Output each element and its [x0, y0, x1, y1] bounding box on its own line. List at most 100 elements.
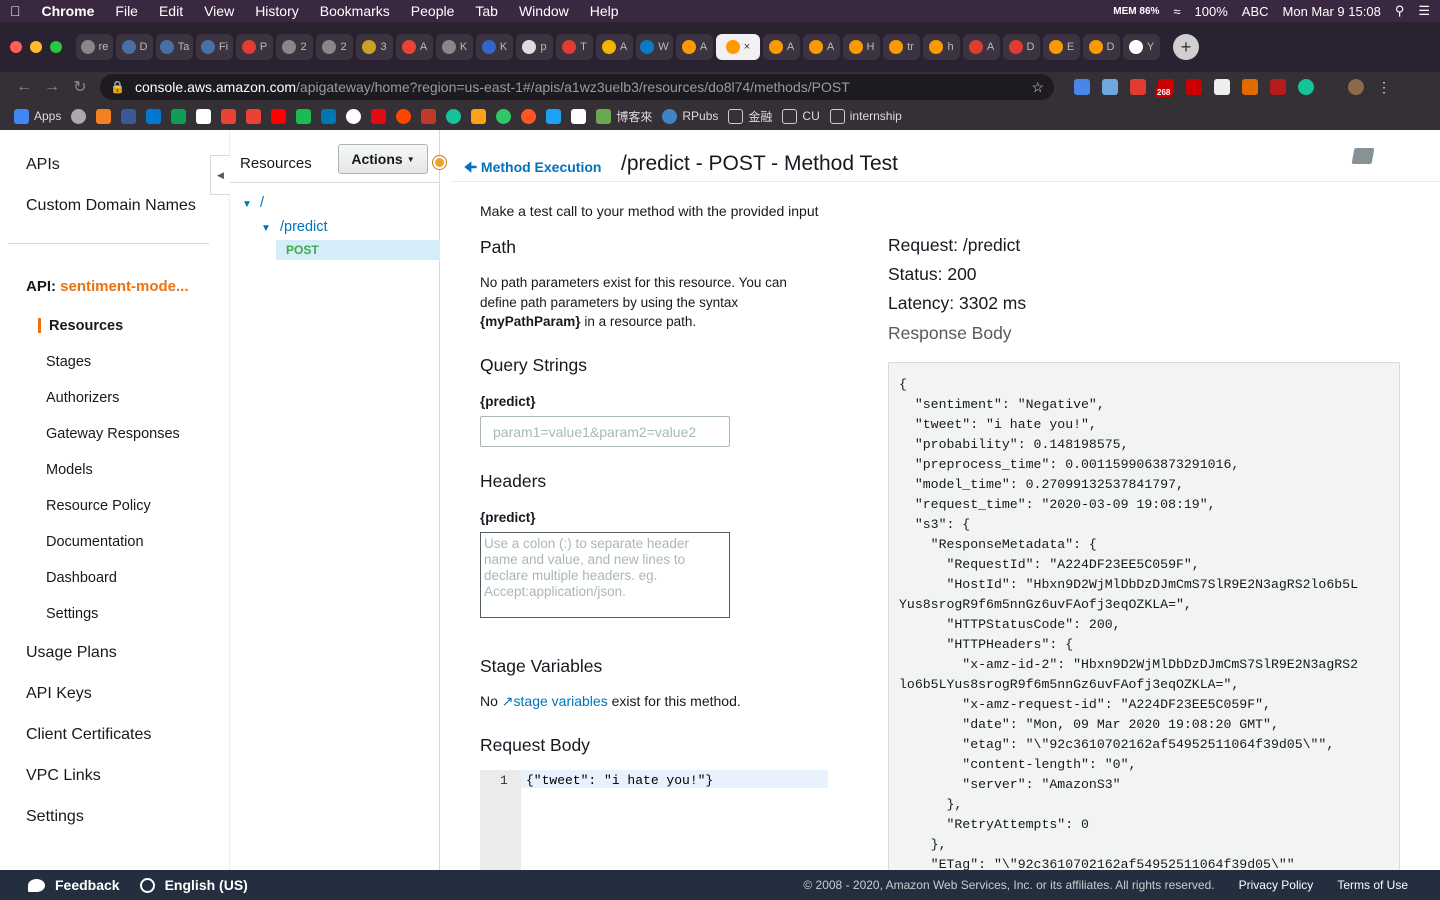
mem-indicator[interactable]: MEM 86% — [1113, 6, 1159, 17]
menu-view[interactable]: View — [204, 3, 234, 19]
browser-tab[interactable]: H — [843, 34, 880, 60]
privacy-policy-link[interactable]: Privacy Policy — [1239, 878, 1314, 892]
browser-tab[interactable]: Ta — [156, 34, 193, 60]
nav-models[interactable]: Models — [46, 462, 93, 478]
browser-tab[interactable]: re — [76, 34, 113, 60]
method-post-row[interactable]: POST — [276, 240, 440, 260]
resource-predict[interactable]: /predict — [280, 219, 328, 235]
stage-variables-link[interactable]: ↗stage variables — [502, 693, 608, 709]
minimize-window-button[interactable] — [30, 41, 42, 53]
api-name[interactable]: sentiment-mode... — [60, 278, 188, 295]
method-execution-link[interactable]: 🠈 Method Execution — [464, 157, 601, 181]
menu-people[interactable]: People — [411, 3, 455, 19]
bookmark-star-icon[interactable]: ☆ — [1031, 79, 1044, 96]
bookmark-item[interactable] — [396, 108, 412, 124]
extension-icon[interactable] — [1102, 79, 1118, 95]
bookmark-rpubs[interactable]: RPubs — [662, 108, 718, 124]
menu-help[interactable]: Help — [590, 3, 619, 19]
browser-tab[interactable]: A — [596, 34, 633, 60]
wifi-icon[interactable]: ≈ — [1173, 4, 1180, 19]
browser-tab[interactable]: K — [436, 34, 473, 60]
documentation-book-icon[interactable] — [1351, 148, 1375, 164]
browser-tab[interactable]: × — [716, 34, 760, 60]
extension-icon[interactable] — [1242, 79, 1258, 95]
nav-usage-plans[interactable]: Usage Plans — [26, 644, 117, 662]
nav-client-certificates[interactable]: Client Certificates — [26, 726, 151, 744]
profile-avatar[interactable] — [1348, 79, 1364, 95]
bookmark-item[interactable] — [171, 108, 187, 124]
browser-tab[interactable]: tr — [883, 34, 920, 60]
close-window-button[interactable] — [10, 41, 22, 53]
bookmark-item[interactable] — [371, 108, 387, 124]
language-selector[interactable]: English (US) — [139, 877, 248, 893]
bookmark-item[interactable] — [471, 108, 487, 124]
bookmark-item[interactable] — [96, 108, 112, 124]
badge-extension-icon[interactable]: 268 — [1156, 79, 1174, 97]
nav-gateway-responses[interactable]: Gateway Responses — [46, 426, 180, 442]
collapse-sidebar-button[interactable]: ◀ — [210, 155, 230, 195]
extension-icon[interactable] — [1214, 79, 1230, 95]
browser-tab[interactable]: K — [476, 34, 513, 60]
forward-arrow-icon[interactable]: → — [38, 78, 66, 96]
bookmark-item[interactable] — [71, 108, 87, 124]
browser-tab[interactable]: D — [1003, 34, 1040, 60]
input-source[interactable]: ABC — [1242, 4, 1269, 19]
lock-icon[interactable]: 🔒 — [110, 80, 125, 94]
browser-tab[interactable]: Y — [1123, 34, 1160, 60]
request-body-editor[interactable]: 1 {"tweet": "i hate you!"} — [480, 770, 828, 870]
clock[interactable]: Mon Mar 9 15:08 — [1283, 4, 1381, 19]
nav-vpc-links[interactable]: VPC Links — [26, 767, 101, 785]
browser-tab[interactable]: A — [803, 34, 840, 60]
browser-tab[interactable]: 2 — [276, 34, 313, 60]
battery-percent[interactable]: 100% — [1195, 4, 1228, 19]
nav-dashboard[interactable]: Dashboard — [46, 570, 117, 586]
feedback-button[interactable]: Feedback — [28, 877, 120, 893]
bookmark-item[interactable] — [346, 108, 362, 124]
expand-caret-icon[interactable]: ▼ — [242, 199, 252, 210]
response-body-box[interactable]: { "sentiment": "Negative", "tweet": "i h… — [888, 362, 1400, 872]
bookmark-item[interactable] — [221, 108, 237, 124]
request-body-code[interactable]: {"tweet": "i hate you!"} — [526, 773, 713, 788]
browser-tab[interactable]: A — [763, 34, 800, 60]
expand-caret-icon[interactable]: ▼ — [261, 223, 271, 234]
notification-dot-icon[interactable] — [433, 156, 446, 169]
menu-window[interactable]: Window — [519, 3, 569, 19]
bookmark-folder-finance[interactable]: 金融 — [728, 108, 772, 125]
nav-resources[interactable]: Resources — [49, 318, 123, 334]
nav-authorizers[interactable]: Authorizers — [46, 390, 119, 406]
browser-tab[interactable]: E — [1043, 34, 1080, 60]
nav-apis[interactable]: APIs — [26, 156, 60, 174]
bookmark-folder-internship[interactable]: internship — [829, 108, 902, 124]
bookmark-item[interactable] — [146, 108, 162, 124]
query-strings-input[interactable]: param1=value1&param2=value2 — [480, 416, 730, 447]
menu-file[interactable]: File — [115, 3, 138, 19]
nav-custom-domain-names[interactable]: Custom Domain Names — [26, 197, 196, 215]
control-center-icon[interactable]: ☰ — [1418, 3, 1430, 19]
bookmark-item[interactable] — [571, 108, 587, 124]
bookmark-item[interactable] — [196, 108, 212, 124]
browser-tab[interactable]: T — [556, 34, 593, 60]
menu-bookmarks[interactable]: Bookmarks — [320, 3, 390, 19]
browser-tab[interactable]: D — [1083, 34, 1120, 60]
spotlight-icon[interactable]: ⚲ — [1395, 3, 1405, 19]
browser-tab[interactable]: h — [923, 34, 960, 60]
menu-edit[interactable]: Edit — [159, 3, 183, 19]
extension-icon[interactable] — [1186, 79, 1202, 95]
browser-tab[interactable]: W — [636, 34, 673, 60]
nav-documentation[interactable]: Documentation — [46, 534, 144, 550]
bookmark-item[interactable] — [546, 108, 562, 124]
nav-settings[interactable]: Settings — [26, 808, 84, 826]
grammarly-icon[interactable] — [1298, 79, 1314, 95]
translate-extension-icon[interactable] — [1074, 79, 1090, 95]
nav-stages[interactable]: Stages — [46, 354, 91, 370]
nav-api-settings[interactable]: Settings — [46, 606, 98, 622]
browser-tab[interactable]: p — [516, 34, 553, 60]
reload-icon[interactable]: ↻ — [66, 77, 94, 97]
actions-dropdown-button[interactable]: Actions ▼ — [338, 144, 428, 174]
address-bar[interactable]: 🔒 console.aws.amazon.com /apigateway/hom… — [100, 74, 1054, 100]
browser-tab[interactable]: D — [116, 34, 153, 60]
bookmark-item[interactable] — [446, 108, 462, 124]
bookmark-item[interactable] — [296, 108, 312, 124]
bookmark-item[interactable] — [271, 108, 287, 124]
browser-tab[interactable]: P — [236, 34, 273, 60]
